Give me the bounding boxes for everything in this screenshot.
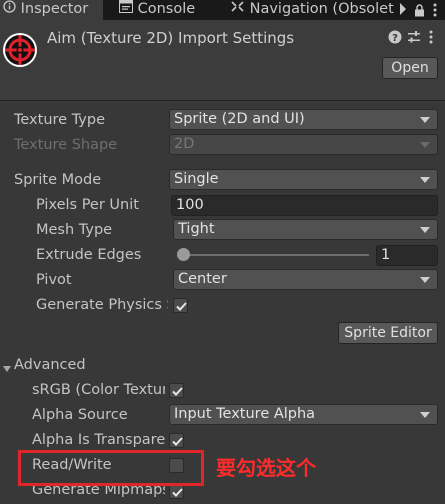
sprite-mode-label: Sprite Mode	[14, 172, 102, 188]
pixels-per-unit-input[interactable]: 100	[171, 195, 438, 216]
navigation-icon	[230, 0, 245, 18]
chevron-down-icon	[420, 177, 430, 183]
annotation-highlight-box	[18, 450, 204, 486]
page-title: Aim (Texture 2D) Import Settings	[47, 29, 295, 47]
info-icon	[3, 0, 16, 18]
help-icon[interactable]: ?	[388, 30, 402, 48]
chevron-down-icon	[420, 142, 430, 148]
header-divider	[0, 100, 445, 101]
tab-navigation[interactable]: Navigation (Obsolet	[230, 0, 394, 20]
texture-type-dropdown[interactable]: Sprite (2D and UI)	[169, 109, 438, 130]
generate-mipmaps-checkbox[interactable]	[169, 484, 184, 499]
open-button[interactable]: Open	[382, 57, 438, 79]
texture-shape-label: Texture Shape	[14, 137, 118, 153]
preset-sliders-icon[interactable]	[407, 30, 421, 48]
pixels-per-unit-label: Pixels Per Unit	[36, 197, 139, 213]
chevron-down-icon	[420, 277, 430, 283]
checkmark-icon	[172, 488, 183, 497]
svg-text:?: ?	[392, 33, 398, 44]
extrude-edges-slider-handle[interactable]	[177, 248, 190, 261]
chevron-down-icon	[420, 412, 430, 418]
mesh-type-label: Mesh Type	[36, 222, 113, 238]
generate-physics-label: Generate Physics Shape	[36, 297, 168, 313]
tab-console[interactable]: Console	[119, 0, 224, 20]
texture-type-value: Sprite (2D and UI)	[174, 111, 305, 127]
checkmark-icon	[176, 302, 187, 311]
context-menu-icon[interactable]	[429, 30, 433, 48]
tab-console-label: Console	[137, 1, 196, 17]
alpha-is-transparency-label: Alpha Is Transparency	[32, 432, 165, 448]
mesh-type-dropdown[interactable]: Tight	[173, 219, 438, 240]
lock-icon[interactable]	[414, 4, 425, 21]
kebab-menu-icon[interactable]	[433, 3, 437, 21]
console-icon	[119, 0, 133, 18]
extrude-edges-label: Extrude Edges	[36, 247, 142, 263]
extrude-edges-slider-track[interactable]	[177, 254, 369, 256]
srgb-checkbox[interactable]	[169, 383, 184, 398]
checkmark-icon	[172, 387, 183, 396]
foldout-arrow-icon[interactable]	[2, 361, 12, 377]
crosshair-icon	[2, 32, 38, 72]
checkmark-icon	[172, 437, 183, 446]
chevron-down-icon	[420, 227, 430, 233]
tab-navigation-label: Navigation (Obsolet	[249, 1, 394, 17]
alpha-source-label: Alpha Source	[32, 407, 128, 423]
pivot-dropdown[interactable]: Center	[173, 269, 438, 290]
generate-physics-checkbox[interactable]	[173, 298, 188, 313]
tab-bar: Inspector Console Navigation (Obsolet	[0, 0, 445, 20]
pivot-label: Pivot	[36, 272, 72, 288]
alpha-source-dropdown[interactable]: Input Texture Alpha	[169, 404, 438, 425]
advanced-foldout-label[interactable]: Advanced	[14, 357, 86, 373]
pivot-value: Center	[178, 271, 227, 287]
inspector-header: Aim (Texture 2D) Import Settings ? Open	[0, 20, 445, 100]
sprite-mode-dropdown[interactable]: Single	[169, 169, 438, 190]
srgb-label: sRGB (Color Texture)	[32, 382, 165, 398]
chevron-down-icon	[420, 117, 430, 123]
sprite-editor-button[interactable]: Sprite Editor	[338, 322, 438, 344]
alpha-is-transparency-checkbox[interactable]	[169, 433, 184, 448]
alpha-source-value: Input Texture Alpha	[174, 406, 316, 422]
texture-shape-value: 2D	[174, 136, 195, 152]
texture-shape-dropdown: 2D	[169, 134, 438, 155]
tab-scroll-right-icon[interactable]	[398, 2, 408, 20]
extrude-edges-input[interactable]: 1	[376, 245, 438, 266]
tab-inspector-label: Inspector	[20, 1, 89, 17]
sprite-mode-value: Single	[174, 171, 219, 187]
texture-type-label: Texture Type	[14, 112, 105, 128]
annotation-text: 要勾选这个	[216, 456, 316, 480]
tab-inspector[interactable]: Inspector	[0, 0, 103, 20]
mesh-type-value: Tight	[178, 221, 215, 237]
